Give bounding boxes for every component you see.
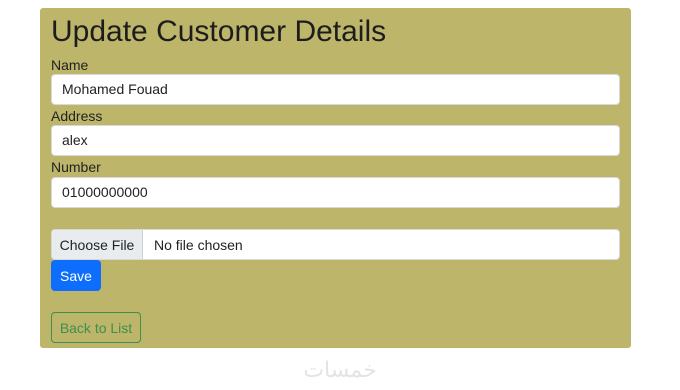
file-input[interactable]: Choose File No file chosen — [51, 229, 620, 260]
address-label: Address — [51, 108, 103, 124]
number-field[interactable]: 01000000000 — [51, 177, 620, 208]
choose-file-button[interactable]: Choose File — [52, 230, 143, 259]
back-to-list-button[interactable]: Back to List — [51, 312, 141, 343]
number-label: Number — [51, 159, 101, 175]
customer-form-card: Update Customer Details Name Mohamed Fou… — [40, 8, 631, 348]
page-title: Update Customer Details — [51, 15, 387, 48]
address-field[interactable]: alex — [51, 125, 620, 156]
file-status-text: No file chosen — [154, 236, 243, 253]
name-field[interactable]: Mohamed Fouad — [51, 74, 620, 105]
name-label: Name — [51, 57, 89, 73]
watermark-logo: خمسات — [303, 358, 377, 383]
save-button[interactable]: Save — [51, 260, 101, 291]
